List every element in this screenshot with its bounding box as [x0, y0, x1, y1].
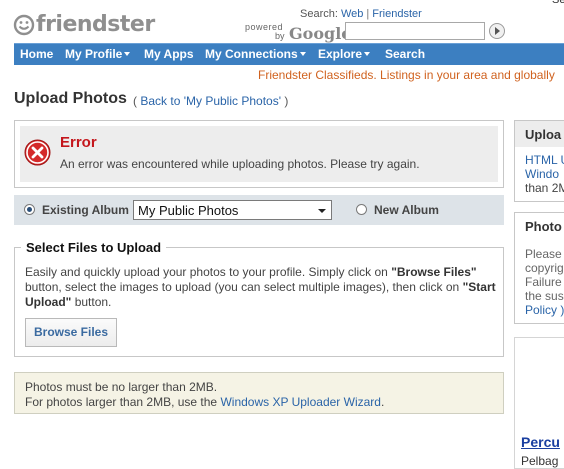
search-scope: Search: Web | Friendster	[300, 8, 422, 20]
sidebar-photo-line-2: copyrig	[525, 261, 564, 275]
desc-browse-files: "Browse Files"	[391, 265, 477, 279]
smiley-face-icon	[13, 14, 35, 36]
search-input[interactable]	[345, 22, 485, 40]
nav-search[interactable]: Search	[385, 47, 425, 61]
caret-down-icon	[124, 52, 131, 56]
page-title: Upload Photos	[14, 90, 127, 107]
sidebar-policy-link[interactable]: Policy )	[525, 303, 564, 317]
nav-explore[interactable]: Explore	[318, 47, 371, 61]
error-x-icon	[24, 139, 51, 166]
nav-my-connections[interactable]: My Connections	[205, 47, 306, 61]
nav-home-label: Home	[20, 47, 54, 61]
nav-my-connections-label: My Connections	[205, 47, 298, 61]
nav-explore-label: Explore	[318, 47, 363, 61]
existing-album-radio[interactable]	[24, 204, 35, 215]
notes-line-1: Photos must be no larger than 2MB.	[25, 380, 218, 394]
sidebar-photo-box: Photo Please copyrig Failure the sus Pol…	[514, 212, 564, 324]
notes-line-2-suffix: .	[380, 395, 385, 409]
album-dropdown-value: My Public Photos	[138, 203, 239, 218]
sidebar-photo-line-4: the sus	[525, 289, 564, 303]
ad-title-link[interactable]: Percu	[521, 434, 560, 450]
nav-my-profile-label: My Profile	[65, 47, 123, 61]
back-link-wrapper: ( Back to 'My Public Photos' )	[133, 94, 288, 108]
nav-my-apps[interactable]: My Apps	[144, 47, 194, 61]
ad-subtitle: Pelbag	[521, 454, 559, 468]
desc-part-2: button, select the images to upload (you…	[25, 280, 463, 294]
desc-part-3: button.	[71, 295, 112, 309]
google-logo: Google	[289, 24, 352, 43]
sidebar-photo-line-3: Failure	[525, 275, 562, 289]
main-nav: Home My Profile My Apps My Connections E…	[14, 43, 564, 65]
nav-search-label: Search	[385, 47, 426, 61]
album-dropdown[interactable]: My Public Photos	[133, 200, 332, 220]
back-close-paren: )	[284, 94, 289, 108]
logo-text: friendster	[36, 12, 155, 37]
sidebar-photo-line-1: Please	[525, 247, 562, 261]
nav-my-apps-label: My Apps	[144, 47, 194, 61]
nav-my-profile[interactable]: My Profile	[65, 47, 131, 61]
sidebar-ad: Percu Pelbag	[514, 337, 564, 469]
error-panel: Error An error was encountered while upl…	[14, 120, 504, 188]
by-text: by	[275, 31, 285, 41]
select-files-panel: Select Files to Upload Easily and quickl…	[14, 240, 504, 357]
sidebar-photo-header: Photo	[515, 213, 564, 239]
search-friendster-link[interactable]: Friendster	[372, 8, 422, 20]
sidebar-upload-header: Uploa	[515, 121, 564, 147]
new-album-radio[interactable]	[356, 204, 367, 215]
search-separator: |	[366, 8, 370, 20]
size-limit-notes: Photos must be no larger than 2MB. For p…	[14, 372, 504, 414]
arrow-right-icon	[495, 27, 500, 35]
error-title: Error	[60, 134, 97, 151]
notes-line-2: For photos larger than 2MB, use the Wind…	[25, 395, 384, 409]
sidebar-upload-box: Uploa HTML U Windo than 2M	[514, 120, 564, 202]
error-inner: Error An error was encountered while upl…	[20, 126, 498, 182]
classifieds-link[interactable]: Friendster Classifieds. Listings in your…	[258, 68, 555, 82]
caret-down-icon	[299, 52, 306, 56]
caret-down-icon	[364, 52, 371, 56]
search-go-button[interactable]	[489, 23, 505, 39]
chevron-down-icon	[318, 209, 326, 213]
nav-home[interactable]: Home	[20, 47, 53, 61]
sidebar-upload-line-1[interactable]: HTML U	[525, 153, 564, 167]
search-label: Search:	[300, 8, 338, 20]
sidebar-upload-line-3: than 2M	[525, 181, 564, 195]
desc-part-1: Easily and quickly upload your photos to…	[25, 265, 392, 279]
browse-files-button[interactable]: Browse Files	[25, 318, 117, 347]
sidebar-upload-line-2[interactable]: Windo	[525, 167, 559, 181]
new-album-label[interactable]: New Album	[374, 203, 439, 217]
top-right-clipped-text: Se	[552, 0, 564, 6]
powered-by-google: powered by Google	[244, 22, 351, 43]
sidebar-photo-title: Photo	[525, 219, 562, 234]
error-message: An error was encountered while uploading…	[60, 157, 420, 171]
existing-album-label[interactable]: Existing Album	[42, 203, 129, 217]
notes-line-2-prefix: For photos larger than 2MB, use the	[25, 395, 221, 409]
sidebar-upload-title: Uploa	[525, 127, 562, 142]
friendster-logo[interactable]: friendster	[13, 12, 155, 38]
select-files-description: Easily and quickly upload your photos to…	[25, 265, 499, 310]
select-files-heading: Select Files to Upload	[21, 240, 167, 255]
back-open-paren: (	[133, 94, 137, 108]
back-to-public-photos-link[interactable]: Back to 'My Public Photos'	[140, 94, 281, 108]
windows-xp-uploader-link[interactable]: Windows XP Uploader Wizard	[220, 395, 381, 409]
album-selector-bar: Existing Album My Public Photos New Albu…	[14, 195, 504, 225]
search-web-link[interactable]: Web	[341, 8, 363, 20]
